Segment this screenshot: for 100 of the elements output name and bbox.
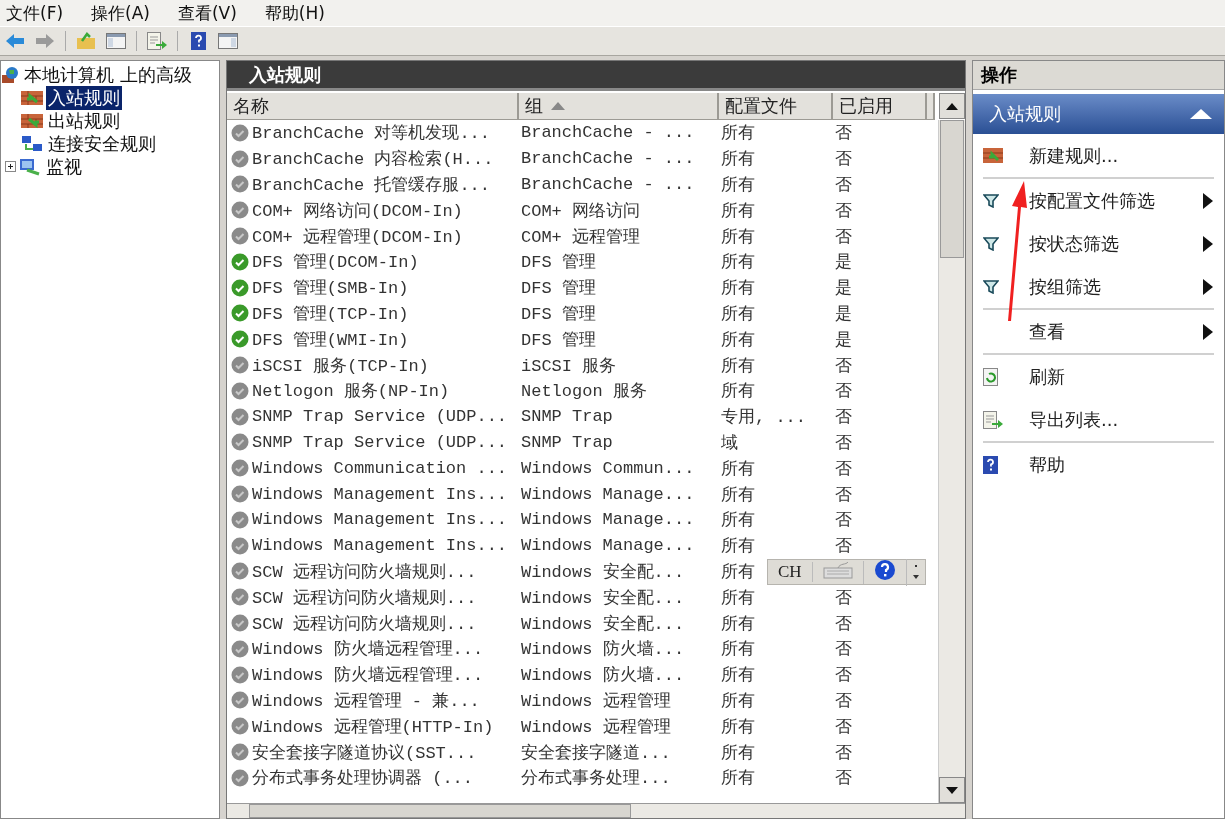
table-cell-text: 否 [834, 149, 852, 171]
table-cell-text: 安全套接字隧道协议(SST... [251, 742, 477, 764]
table-cell-text: 所有 [720, 613, 755, 635]
menu-item[interactable]: 操作(A) [91, 1, 150, 25]
table-cell-text: BranchCache - ... [520, 175, 695, 194]
table-cell-text: 所有 [720, 252, 755, 274]
scroll-up-button[interactable] [939, 93, 965, 119]
table-cell-text: BranchCache 对等机发现... [251, 123, 491, 145]
refresh-icon [983, 367, 998, 386]
menu-item[interactable]: 查看(V) [177, 1, 237, 25]
table-cell-text: BranchCache 内容检索(H... [251, 148, 494, 171]
table-cell-text: 所有 [720, 175, 755, 196]
menu-item[interactable]: 帮助(H) [264, 1, 325, 25]
ime-language[interactable]: CH [768, 562, 813, 582]
table-cell-text: DFS 管理 [520, 329, 596, 351]
scroll-down-button[interactable] [939, 777, 965, 803]
table-cell-text: 安全套接字隧道... [520, 742, 671, 764]
action-label: 按状态筛选 [1029, 231, 1120, 256]
table-cell-text: 否 [834, 690, 852, 712]
action-item[interactable]: 帮助 [983, 443, 1214, 486]
table-cell-text: Windows Management Ins... [251, 510, 508, 530]
column-header[interactable]: 配置文件 [719, 93, 833, 120]
table-cell-text: 否 [834, 639, 852, 661]
computer-globe-icon [1, 65, 19, 84]
action-item[interactable]: 导出列表... [983, 398, 1214, 441]
table-cell-text: 所有 [720, 149, 755, 171]
table-cell-text: SNMP Trap [520, 407, 613, 427]
table-cell-text: 是 [834, 252, 852, 274]
action-item[interactable]: 新建规则... [983, 134, 1214, 177]
table-cell-text: DFS 管理(DCOM-In) [251, 252, 419, 274]
table-cell-text: 所有 [720, 587, 755, 609]
table-cell-text: Netlogon 服务 [520, 381, 647, 403]
tree-item[interactable]: 连接安全规则 [46, 131, 158, 156]
table-cell-text: 所有 [720, 226, 755, 248]
table-cell-text: Windows 安全配... [520, 587, 685, 609]
table-cell-text: 所有 [720, 561, 755, 583]
table-cell-text: 所有 [720, 768, 755, 790]
tree-root[interactable]: 本地计算机 上的高级 [22, 62, 194, 87]
column-header[interactable]: 组 [519, 93, 719, 120]
table-cell-text: 否 [834, 226, 852, 248]
action-label: 按组筛选 [1029, 274, 1102, 299]
firewall-icon [983, 148, 1003, 163]
table-cell-text: SCW 远程访问防火墙规则... [251, 561, 477, 583]
table-cell-text: 是 [834, 329, 852, 351]
table-cell-text: Windows 防火墙远程管理... [251, 665, 484, 687]
table-cell-text: Windows 防火墙远程管理... [251, 639, 484, 661]
column-label: 组 [525, 94, 543, 118]
export-icon [983, 410, 1003, 429]
action-label: 新建规则... [1029, 143, 1120, 168]
table-cell-text: Windows Manage... [520, 484, 695, 504]
column-header[interactable]: 名称 [227, 93, 519, 120]
action-item[interactable]: 查看 [983, 310, 1214, 353]
table-cell-text: SNMP Trap Service (UDP... [251, 407, 508, 427]
table-cell-text: Windows Management Ins... [251, 536, 508, 556]
table-cell-text: DFS 管理 [520, 278, 596, 300]
action-label: 按配置文件筛选 [1029, 188, 1156, 213]
expand-icon[interactable] [5, 161, 16, 172]
network-computers-icon [21, 134, 43, 153]
table-cell-text: 域 [720, 432, 738, 454]
table-cell-text: 所有 [720, 303, 755, 325]
table-cell-text: Windows Management Ins... [251, 484, 508, 504]
table-cell-text: 否 [834, 355, 852, 377]
tree-item[interactable]: 监视 [44, 154, 84, 179]
table-cell-text: 专用, ... [720, 407, 806, 429]
action-item[interactable]: 刷新 [983, 355, 1214, 398]
action-item[interactable]: 按组筛选 [983, 265, 1214, 308]
action-label: 刷新 [1029, 364, 1066, 389]
down-arrow-icon [946, 786, 958, 794]
table-cell-text: DFS 管理(WMI-In) [251, 329, 409, 351]
table-cell-text: 所有 [720, 329, 755, 351]
tree-item[interactable]: 入站规则 [46, 85, 122, 110]
table-cell-text: SCW 远程访问防火墙规则... [251, 587, 477, 609]
table-cell-text: COM+ 远程管理(DCOM-In) [251, 226, 463, 248]
menu-item[interactable]: 文件(F) [6, 1, 64, 25]
action-item[interactable]: 按配置文件筛选 [983, 179, 1214, 222]
table-cell-text: 否 [834, 407, 852, 429]
back-arrow-icon [5, 33, 25, 49]
table-cell-text: 所有 [720, 639, 755, 661]
horizontal-scroll-thumb[interactable] [249, 804, 631, 818]
action-item[interactable]: 按状态筛选 [983, 222, 1214, 265]
panel-title: 入站规则 [227, 61, 965, 91]
table-cell-text: SCW 远程访问防火墙规则... [251, 613, 477, 635]
table-cell-text: 所有 [720, 458, 755, 480]
table-cell-text: BranchCache - ... [520, 149, 695, 169]
tree-item[interactable]: 出站规则 [46, 108, 122, 133]
scroll-thumb[interactable] [940, 120, 964, 258]
actions-section-header[interactable]: 入站规则 [973, 94, 1224, 134]
help-icon[interactable] [873, 558, 896, 581]
table-cell-text: 所有 [720, 742, 755, 764]
table-cell-text: Netlogon 服务(NP-In) [251, 381, 450, 403]
table-cell-text: Windows 远程管理(HTTP-In) [251, 716, 494, 738]
table-cell-text: 分布式事务处理协调器 (... [251, 768, 473, 790]
table-cell-text: DFS 管理(SMB-In) [251, 278, 409, 300]
table-cell-text: BranchCache - ... [520, 123, 695, 143]
column-header[interactable]: 已启用 [833, 93, 927, 120]
table-cell-text: 否 [834, 432, 852, 454]
action-label: 导出列表... [1029, 407, 1120, 432]
table-cell-text: 否 [834, 381, 852, 403]
export-icon [147, 32, 167, 50]
table-cell-text: 是 [834, 278, 852, 300]
